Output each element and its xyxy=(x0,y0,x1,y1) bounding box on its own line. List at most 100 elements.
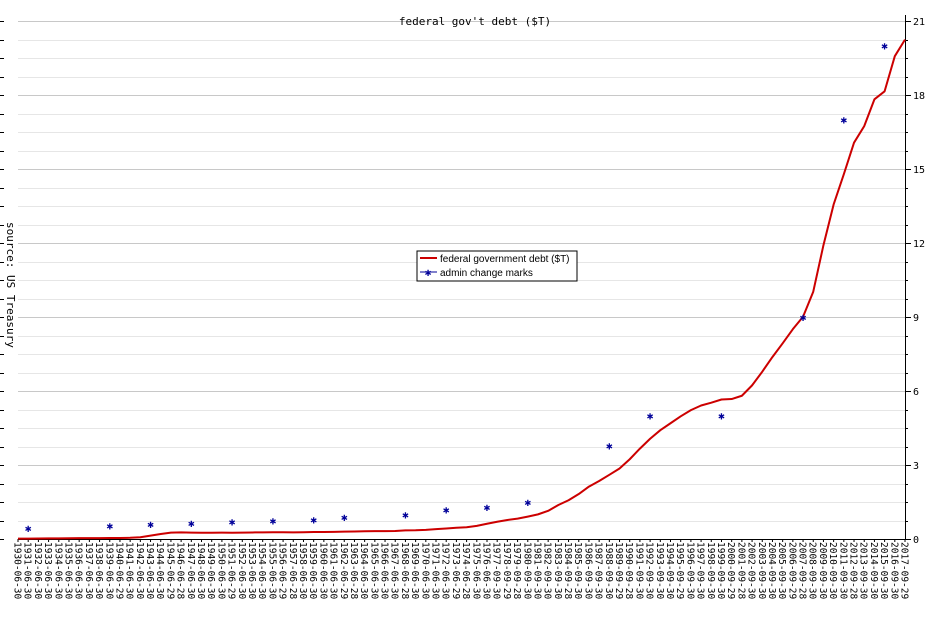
admin-change-marker: ✱ xyxy=(718,410,725,423)
x-tick-label: 1974-06-28 xyxy=(460,542,471,599)
x-tick-label: 1977-09-30 xyxy=(491,542,502,599)
x-tick-label: 1939-06-30 xyxy=(103,542,114,599)
x-tick-label: 1935-06-30 xyxy=(62,542,73,599)
y-tick-label: 12 xyxy=(913,239,925,250)
x-tick-label: 2012-09-28 xyxy=(848,542,859,599)
x-tick-label: 2009-09-30 xyxy=(817,542,828,599)
x-tick-label: 2014-09-30 xyxy=(868,542,879,599)
y-tick-label: 0 xyxy=(913,535,919,546)
x-tick-label: 1999-09-30 xyxy=(715,542,726,599)
x-tick-label: 2013-09-30 xyxy=(858,542,869,599)
x-tick-label: 1949-06-30 xyxy=(205,542,216,599)
x-tick-label: 1966-06-30 xyxy=(379,542,390,599)
admin-change-marker: ✱ xyxy=(310,513,317,526)
admin-change-marker: ✱ xyxy=(524,496,531,509)
x-tick-label: 1945-06-29 xyxy=(164,542,175,599)
x-tick-label: 2015-09-30 xyxy=(878,542,889,599)
x-tick-label: 1959-06-30 xyxy=(307,542,318,599)
x-tick-label: 1951-06-29 xyxy=(226,542,237,599)
x-tick-label: 1978-09-29 xyxy=(501,542,512,599)
legend-star-icon: ✱ xyxy=(425,266,432,279)
x-tick-label: 2010-09-30 xyxy=(827,542,838,599)
x-tick-label: 1944-06-30 xyxy=(154,542,165,599)
x-tick-label: 1993-09-30 xyxy=(654,542,665,599)
x-tick-label: 1983-09-30 xyxy=(552,542,563,599)
x-tick-label: 1948-06-30 xyxy=(195,542,206,599)
x-tick-label: 1994-09-30 xyxy=(664,542,675,599)
x-tick-label: 1968-06-28 xyxy=(399,542,410,599)
x-tick-label: 1986-09-30 xyxy=(582,542,593,599)
x-tick-label: 2011-09-30 xyxy=(837,542,848,599)
admin-change-marker: ✱ xyxy=(341,511,348,524)
x-tick-label: 1960-06-30 xyxy=(317,542,328,599)
x-tick-label: 1934-06-30 xyxy=(52,542,63,599)
x-tick-label: 2004-09-30 xyxy=(766,542,777,599)
x-tick-label: 1990-09-28 xyxy=(623,542,634,599)
x-tick-label: 1936-06-30 xyxy=(73,542,84,599)
x-tick-label: 1988-09-30 xyxy=(603,542,614,599)
x-tick-label: 1995-09-29 xyxy=(674,542,685,599)
admin-change-marker: ✱ xyxy=(147,518,154,531)
chart: 0 3 6 9 12 15 18 21 1930-06-30 1931-06-30 1932-06… xyxy=(0,0,945,617)
x-tick-label: 1962-06-29 xyxy=(338,542,349,599)
x-tick-label: 2007-09-28 xyxy=(797,542,808,599)
x-tick-label: 1982-09-30 xyxy=(542,542,553,599)
x-tick-label: 1989-09-29 xyxy=(613,542,624,599)
x-tick-label: 1969-06-30 xyxy=(409,542,420,599)
x-tick-label: 2000-09-29 xyxy=(725,542,736,599)
x-tick-label: 1953-06-30 xyxy=(246,542,257,599)
x-tick-label: 1932-06-30 xyxy=(32,542,43,599)
x-tick-label: 1985-09-30 xyxy=(572,542,583,599)
y-tick-label: 6 xyxy=(913,387,919,398)
y-tick-label: 21 xyxy=(913,17,925,28)
admin-change-marker: ✱ xyxy=(800,311,807,324)
x-tick-label: 1965-06-30 xyxy=(368,542,379,599)
x-tick-label: 1954-06-30 xyxy=(256,542,267,599)
x-tick-label: 1955-06-30 xyxy=(266,542,277,599)
admin-change-marker: ✱ xyxy=(841,114,848,127)
x-tick-label: 1950-06-30 xyxy=(215,542,226,599)
x-tick-label: 2008-09-30 xyxy=(807,542,818,599)
x-tick-label: 1940-06-29 xyxy=(113,542,124,599)
y-tick-label: 3 xyxy=(913,461,919,472)
x-tick-label: 1992-09-30 xyxy=(644,542,655,599)
y-tick-label: 9 xyxy=(913,313,919,324)
x-tick-label: 1947-06-30 xyxy=(185,542,196,599)
admin-change-marker: ✱ xyxy=(484,501,491,514)
x-tick-label: 1937-06-30 xyxy=(83,542,94,599)
x-tick-label: 1980-09-30 xyxy=(521,542,532,599)
y-tick-label: 15 xyxy=(913,165,925,176)
admin-change-marker: ✱ xyxy=(881,40,888,53)
admin-change-marker: ✱ xyxy=(647,410,654,423)
x-tick-label: 1961-06-30 xyxy=(328,542,339,599)
x-tick-label: 1984-09-28 xyxy=(562,542,573,599)
x-tick-label: 1996-09-30 xyxy=(684,542,695,599)
admin-change-marker: ✱ xyxy=(402,508,409,521)
x-tick-label: 1957-06-28 xyxy=(287,542,298,599)
admin-change-marker: ✱ xyxy=(188,517,195,530)
x-tick-label: 1943-06-30 xyxy=(144,542,155,599)
admin-change-marker: ✱ xyxy=(270,515,277,528)
x-tick-label: 2003-09-30 xyxy=(756,542,767,599)
x-tick-label: 1998-09-30 xyxy=(705,542,716,599)
x-tick-label: 1952-06-30 xyxy=(236,542,247,599)
x-tick-label: 1967-06-30 xyxy=(389,542,400,599)
x-axis: 1930-06-30 1931-06-30 1932-06-30 1933-06-30… xyxy=(12,539,910,599)
x-tick-label: 2016-09-30 xyxy=(888,542,899,599)
x-tick-label: 2001-09-28 xyxy=(735,542,746,599)
x-tick-label: 1976-06-30 xyxy=(480,542,491,599)
x-tick-label: 1941-06-30 xyxy=(124,542,135,599)
x-tick-label: 1987-09-30 xyxy=(593,542,604,599)
x-tick-label: 1991-09-30 xyxy=(633,542,644,599)
x-tick-label: 1942-06-30 xyxy=(134,542,145,599)
x-tick-label: 1981-09-30 xyxy=(531,542,542,599)
x-tick-label: 1933-06-30 xyxy=(42,542,53,599)
x-tick-label: 1972-06-30 xyxy=(440,542,451,599)
legend: federal government debt ($T) ✱ admin cha… xyxy=(416,250,578,282)
x-tick-label: 1971-06-30 xyxy=(430,542,441,599)
admin-change-marker: ✱ xyxy=(229,516,236,529)
x-tick-label: 1973-06-29 xyxy=(450,542,461,599)
chart-title: federal gov't debt ($T) xyxy=(399,15,551,28)
x-tick-label: 1964-06-30 xyxy=(358,542,369,599)
x-tick-label: 1963-06-28 xyxy=(348,542,359,599)
